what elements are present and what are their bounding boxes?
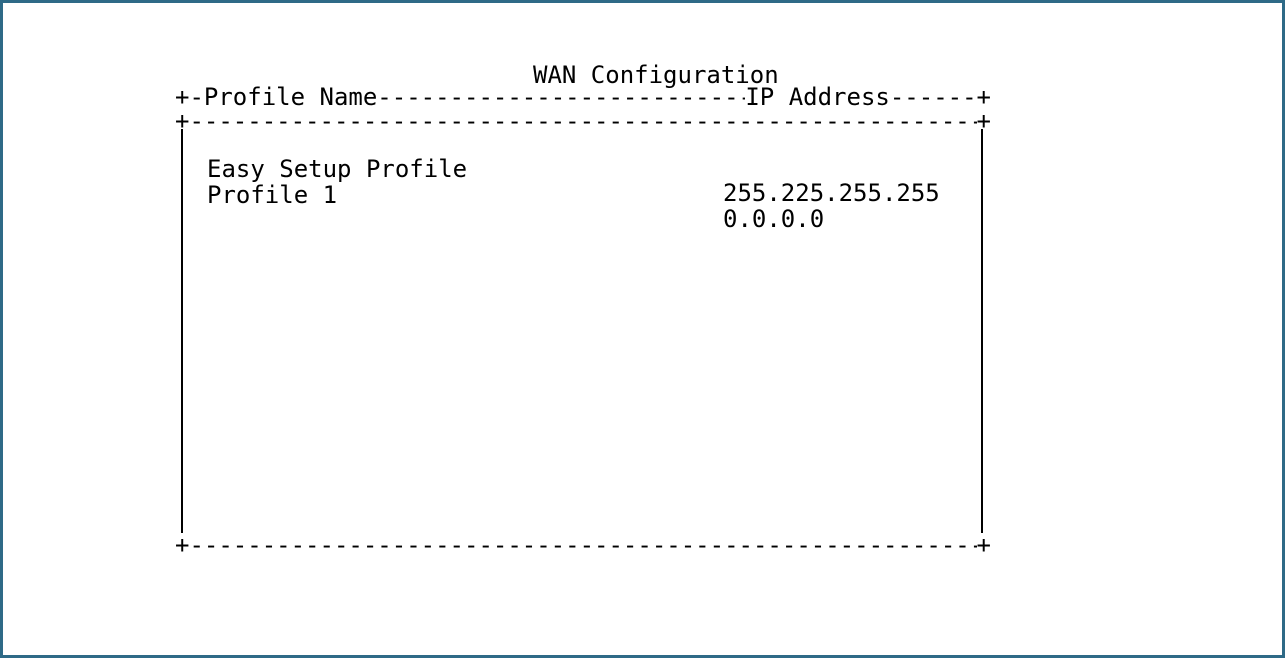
profile-name: Profile 1 (207, 181, 338, 209)
profile-ip-address: 0.0.0.0 (723, 205, 825, 233)
list-item-profile[interactable]: Profile 1 0.0.0.0 (207, 159, 967, 255)
table-header: +- Profile Name ------------------------… (175, 85, 991, 109)
wan-configuration-screen: WAN Configuration +- Profile Name ------… (175, 61, 991, 559)
column-header-ip-address: IP Address (745, 83, 890, 111)
screen-title: WAN Configuration (533, 61, 779, 89)
corner-top-right: + (976, 83, 991, 111)
header-divider-end: ------ (889, 85, 977, 109)
header-divider: ----------------------------------------… (377, 85, 746, 109)
table-right-border (981, 129, 983, 533)
terminal-window: WAN Configuration +- Profile Name ------… (0, 0, 1285, 658)
table-bottom-border: + --------------------------------------… (175, 531, 991, 559)
table-left-border (181, 129, 183, 533)
corner-top-left: +- (175, 83, 204, 111)
table-top-border: + --------------------------------------… (175, 107, 991, 135)
column-header-profile-name: Profile Name (203, 83, 378, 111)
